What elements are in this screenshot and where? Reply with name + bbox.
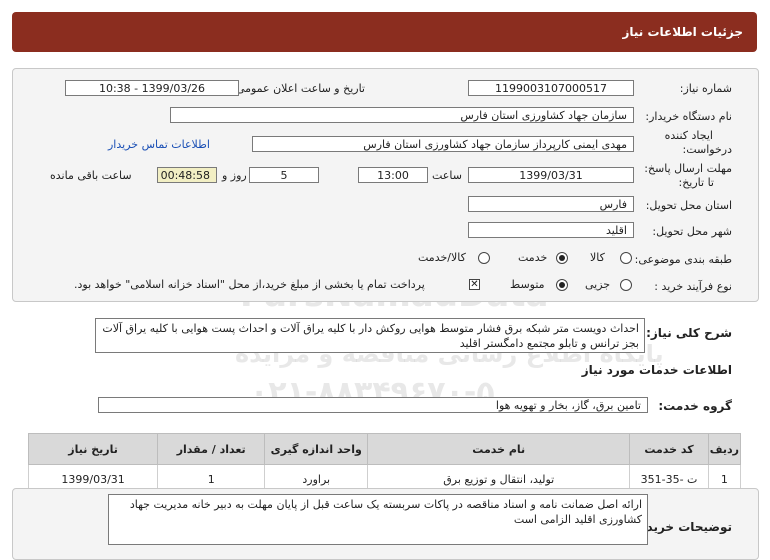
description-label: شرح کلی نیاز: bbox=[646, 326, 732, 340]
buyer-contact-link[interactable]: اطلاعات تماس خریدار bbox=[108, 138, 210, 151]
deadline-label-line2: تا تاریخ: bbox=[678, 176, 714, 189]
province-label: استان محل تحویل: bbox=[645, 199, 732, 212]
deadline-date-field: 1399/03/31 bbox=[468, 167, 634, 183]
col-unit: واحد اندازه گیری bbox=[264, 433, 369, 465]
deadline-time-field: 13:00 bbox=[358, 167, 428, 183]
col-service-code: کد خدمت bbox=[629, 433, 709, 465]
treasury-payment-checkbox[interactable]: ✕ bbox=[469, 279, 480, 290]
need-number-label: شماره نیاز: bbox=[679, 82, 732, 95]
need-info-panel bbox=[12, 68, 759, 302]
province-field: فارس bbox=[468, 196, 634, 212]
buyer-org-field: سازمان جهاد کشاورزی استان فارس bbox=[170, 107, 634, 123]
page-header: جزئیات اطلاعات نیاز bbox=[12, 12, 757, 52]
days-remaining-field: 5 bbox=[249, 167, 319, 183]
category-goods-service-label: کالا/خدمت bbox=[418, 251, 466, 264]
col-quantity: تعداد / مقدار bbox=[157, 433, 266, 465]
service-group-label: گروه خدمت: bbox=[658, 399, 732, 413]
buyer-notes-field: ارائه اصل ضمانت نامه و اسناد مناقصه در پ… bbox=[108, 494, 648, 545]
category-service-label: خدمت bbox=[518, 251, 548, 264]
category-label: طبقه بندی موضوعی: bbox=[634, 253, 732, 266]
service-group-field: تامین برق، گاز، بخار و تهویه هوا bbox=[98, 397, 648, 413]
category-goods-service-radio[interactable] bbox=[478, 252, 490, 264]
process-type-label: نوع فرآیند خرید : bbox=[654, 280, 732, 293]
process-minor-radio[interactable] bbox=[620, 279, 632, 291]
category-goods-label: کالا bbox=[590, 251, 605, 264]
days-label: روز و bbox=[222, 169, 247, 182]
category-service-radio[interactable] bbox=[556, 252, 568, 264]
col-service-name: نام خدمت bbox=[367, 433, 631, 465]
services-table: ردیف کد خدمت نام خدمت واحد اندازه گیری ت… bbox=[27, 433, 742, 494]
creator-label-line2: درخواست: bbox=[682, 143, 732, 156]
deadline-label-line1: مهلت ارسال پاسخ: bbox=[644, 162, 732, 175]
remaining-time-field: 00:48:58 bbox=[157, 167, 217, 183]
category-goods-radio[interactable] bbox=[620, 252, 632, 264]
deadline-time-label: ساعت bbox=[432, 169, 462, 182]
page-title: جزئیات اطلاعات نیاز bbox=[622, 25, 743, 39]
services-table-header: ردیف کد خدمت نام خدمت واحد اندازه گیری ت… bbox=[27, 433, 742, 465]
process-minor-label: جزیی bbox=[585, 278, 611, 291]
announce-date-field: 1399/03/26 - 10:38 bbox=[65, 80, 239, 96]
need-number-field: 1199003107000517 bbox=[468, 80, 634, 96]
creator-field: مهدی ایمنی کارپرداز سازمان جهاد کشاورزی … bbox=[252, 136, 634, 152]
process-medium-radio[interactable] bbox=[556, 279, 568, 291]
col-need-date: تاریخ نیاز bbox=[27, 433, 159, 465]
city-label: شهر محل تحویل: bbox=[652, 225, 732, 238]
col-row-number: ردیف bbox=[707, 433, 742, 465]
city-field: اقلید bbox=[468, 222, 634, 238]
creator-label-line1: ایجاد کننده bbox=[664, 129, 713, 142]
process-medium-label: متوسط bbox=[510, 278, 545, 291]
description-field: احداث دویست متر شبکه برق فشار متوسط هوای… bbox=[95, 318, 645, 353]
buyer-org-label: نام دستگاه خریدار: bbox=[645, 110, 732, 123]
treasury-payment-note: پرداخت تمام یا بخشی از مبلغ خرید،از محل … bbox=[74, 278, 425, 291]
remaining-time-label: ساعت باقی مانده bbox=[50, 169, 132, 182]
announce-date-label: تاریخ و ساعت اعلان عمومی: bbox=[232, 82, 365, 95]
services-section-title: اطلاعات خدمات مورد نیاز bbox=[581, 363, 732, 377]
